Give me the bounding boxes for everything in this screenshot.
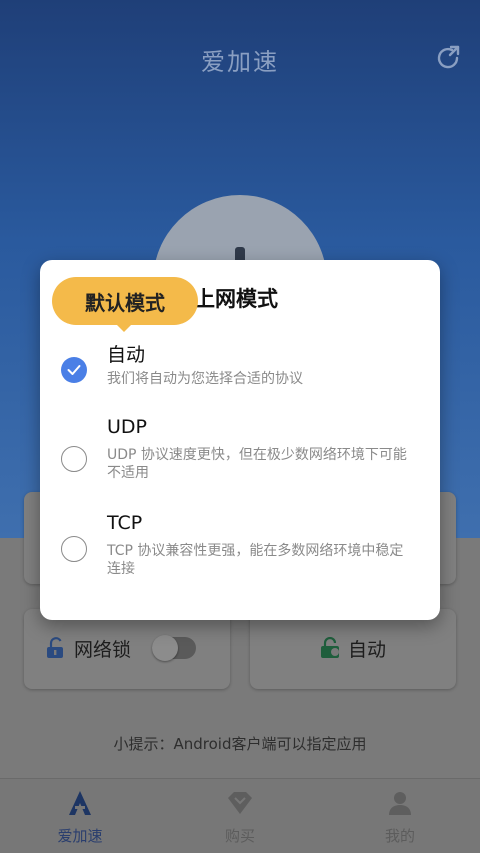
option-description: UDP 协议速度更快，但在极少数网络环境下可能不适用 xyxy=(107,447,407,481)
radio-auto[interactable] xyxy=(61,357,87,383)
option-description: TCP 协议兼容性更强，能在多数网络环境中稳定连接 xyxy=(107,543,404,577)
check-icon xyxy=(67,365,81,375)
option-name: 自动 xyxy=(107,344,146,366)
option-description: 我们将自动为您选择合适的协议 xyxy=(107,371,303,387)
default-mode-tooltip: 默认模式 xyxy=(52,277,198,332)
tooltip-arrow xyxy=(115,323,133,332)
tooltip-text: 默认模式 xyxy=(85,291,165,315)
option-name: TCP xyxy=(107,512,143,534)
radio-udp[interactable] xyxy=(61,446,87,472)
radio-tcp[interactable] xyxy=(61,536,87,562)
option-name: UDP xyxy=(107,416,147,438)
dialog-title: 上网模式 xyxy=(194,287,278,311)
